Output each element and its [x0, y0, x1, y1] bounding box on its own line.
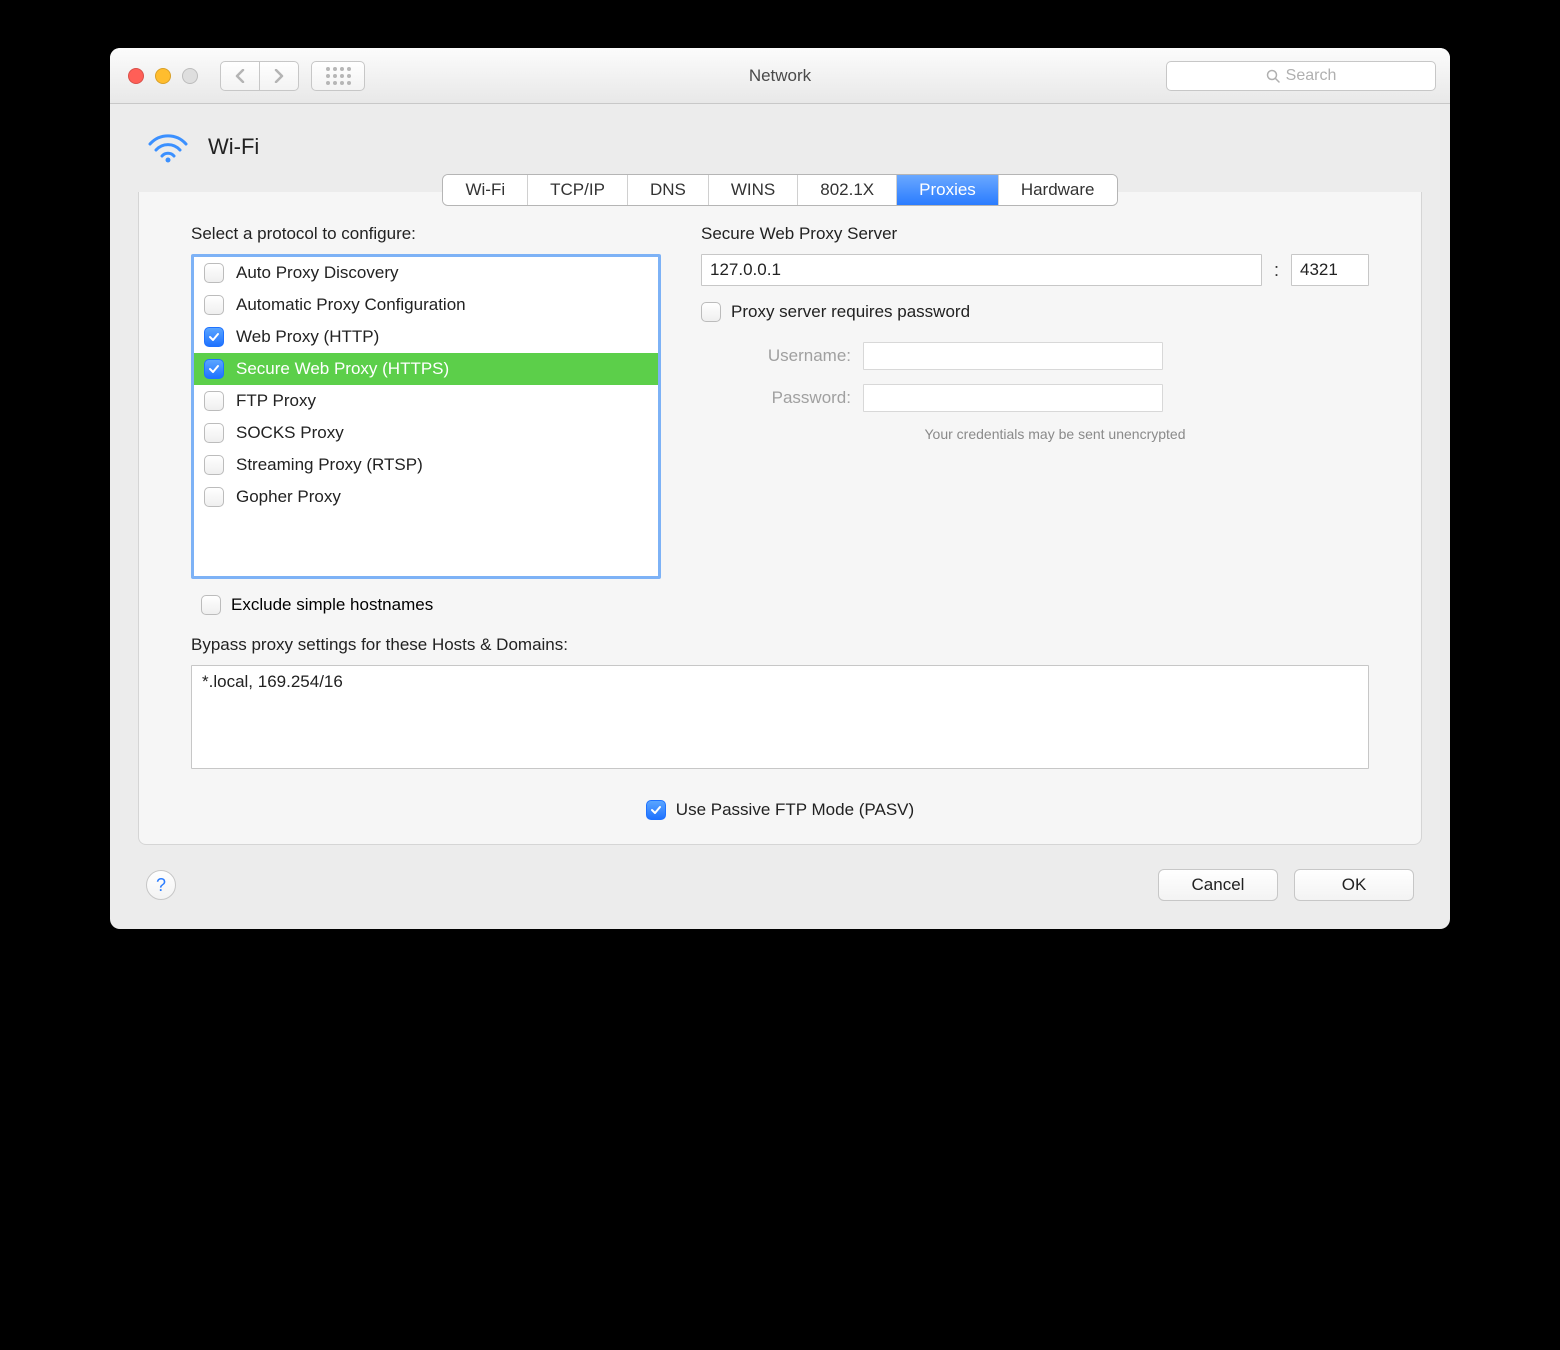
- credentials-hint: Your credentials may be sent unencrypted: [701, 426, 1369, 442]
- tab-8021x[interactable]: 802.1X: [798, 175, 897, 205]
- protocol-label: Gopher Proxy: [236, 487, 341, 507]
- checkbox-requires-password[interactable]: [701, 302, 721, 322]
- protocol-https[interactable]: Secure Web Proxy (HTTPS): [194, 353, 658, 385]
- interface-header: Wi-Fi: [110, 104, 1450, 174]
- tab-proxies[interactable]: Proxies: [897, 175, 999, 205]
- username-label: Username:: [701, 346, 851, 366]
- tab-wins[interactable]: WINS: [709, 175, 798, 205]
- protocol-label: Secure Web Proxy (HTTPS): [236, 359, 449, 379]
- nav-forward-button[interactable]: [259, 61, 299, 91]
- checkbox-ftp[interactable]: [204, 391, 224, 411]
- nav-buttons: [220, 61, 299, 91]
- checkbox-auto-discovery[interactable]: [204, 263, 224, 283]
- password-input: [863, 384, 1163, 412]
- protocol-socks[interactable]: SOCKS Proxy: [194, 417, 658, 449]
- grid-icon: [326, 67, 351, 85]
- protocol-auto-config[interactable]: Automatic Proxy Configuration: [194, 289, 658, 321]
- proxy-server-label: Secure Web Proxy Server: [701, 224, 1369, 244]
- protocol-label: Automatic Proxy Configuration: [236, 295, 466, 315]
- help-button[interactable]: ?: [146, 870, 176, 900]
- bypass-label: Bypass proxy settings for these Hosts & …: [191, 635, 1369, 655]
- tabbar: Wi-Fi TCP/IP DNS WINS 802.1X Proxies Har…: [110, 174, 1450, 208]
- protocol-label: Auto Proxy Discovery: [236, 263, 399, 283]
- checkbox-https[interactable]: [204, 359, 224, 379]
- protocol-http[interactable]: Web Proxy (HTTP): [194, 321, 658, 353]
- zoom-window-button: [182, 68, 198, 84]
- protocol-gopher[interactable]: Gopher Proxy: [194, 481, 658, 513]
- username-input: [863, 342, 1163, 370]
- checkbox-http[interactable]: [204, 327, 224, 347]
- checkbox-exclude-simple[interactable]: [201, 595, 221, 615]
- footer: ? Cancel OK: [110, 863, 1450, 929]
- tab-wifi[interactable]: Wi-Fi: [443, 175, 528, 205]
- protocol-list-label: Select a protocol to configure:: [191, 224, 661, 244]
- search-input[interactable]: Search: [1166, 61, 1436, 91]
- password-label: Password:: [701, 388, 851, 408]
- host-port-separator: :: [1274, 260, 1279, 281]
- protocol-label: FTP Proxy: [236, 391, 316, 411]
- search-placeholder: Search: [1286, 67, 1337, 85]
- tab-hardware[interactable]: Hardware: [999, 175, 1117, 205]
- checkbox-gopher[interactable]: [204, 487, 224, 507]
- preferences-window: Network Search Wi-Fi Wi-Fi TCP/IP DNS WI…: [110, 48, 1450, 929]
- nav-back-button[interactable]: [220, 61, 260, 91]
- protocol-ftp[interactable]: FTP Proxy: [194, 385, 658, 417]
- checkbox-auto-config[interactable]: [204, 295, 224, 315]
- checkbox-pasv[interactable]: [646, 800, 666, 820]
- tab-tcpip[interactable]: TCP/IP: [528, 175, 628, 205]
- wifi-icon: [146, 130, 190, 164]
- exclude-simple-label: Exclude simple hostnames: [231, 595, 433, 615]
- protocol-label: Web Proxy (HTTP): [236, 327, 379, 347]
- protocol-auto-discovery[interactable]: Auto Proxy Discovery: [194, 257, 658, 289]
- cancel-button[interactable]: Cancel: [1158, 869, 1278, 901]
- bypass-textarea[interactable]: [191, 665, 1369, 769]
- checkbox-rtsp[interactable]: [204, 455, 224, 475]
- requires-password-label: Proxy server requires password: [731, 302, 970, 322]
- protocol-label: Streaming Proxy (RTSP): [236, 455, 423, 475]
- search-icon: [1266, 69, 1280, 83]
- protocol-label: SOCKS Proxy: [236, 423, 344, 443]
- protocol-list[interactable]: Auto Proxy Discovery Automatic Proxy Con…: [191, 254, 661, 579]
- titlebar: Network Search: [110, 48, 1450, 104]
- show-all-button[interactable]: [311, 61, 365, 91]
- proxy-host-input[interactable]: [701, 254, 1262, 286]
- close-window-button[interactable]: [128, 68, 144, 84]
- proxy-port-input[interactable]: [1291, 254, 1369, 286]
- window-controls: [128, 68, 198, 84]
- protocol-rtsp[interactable]: Streaming Proxy (RTSP): [194, 449, 658, 481]
- minimize-window-button[interactable]: [155, 68, 171, 84]
- pasv-label: Use Passive FTP Mode (PASV): [676, 800, 914, 820]
- ok-button[interactable]: OK: [1294, 869, 1414, 901]
- tab-dns[interactable]: DNS: [628, 175, 709, 205]
- interface-name: Wi-Fi: [208, 134, 259, 160]
- checkbox-socks[interactable]: [204, 423, 224, 443]
- proxies-pane: Select a protocol to configure: Auto Pro…: [138, 192, 1422, 845]
